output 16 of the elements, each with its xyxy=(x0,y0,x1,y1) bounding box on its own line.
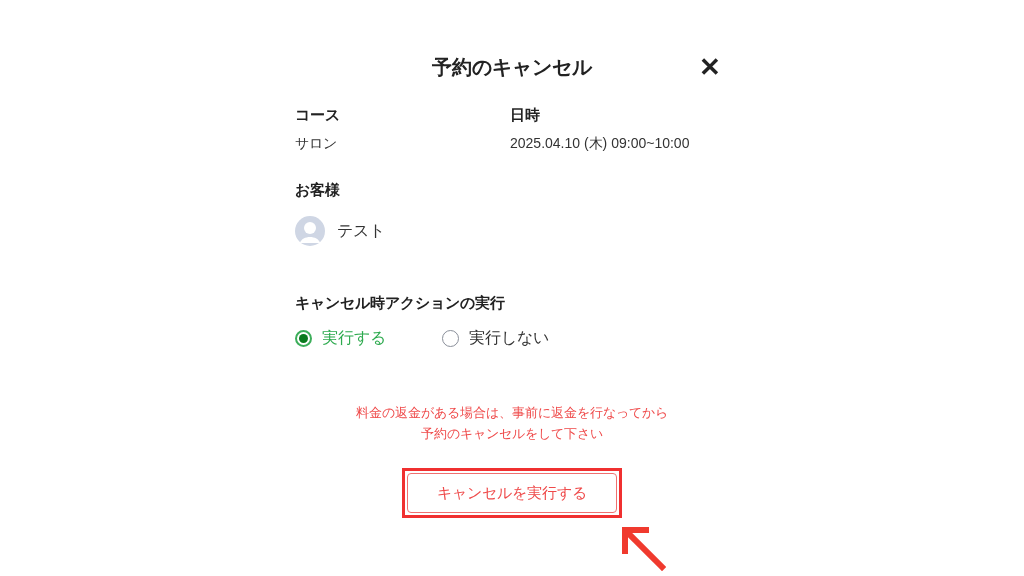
radio-option[interactable]: 実行しない xyxy=(442,326,549,350)
dialog-title: 予約のキャンセル xyxy=(432,55,592,80)
refund-notice: 予約のキャンセルをして下さい xyxy=(421,425,603,443)
field-label: コース xyxy=(295,105,341,125)
refund-notice: 料金の返金がある場合は、事前に返金を行なってから xyxy=(356,404,668,422)
cancel-submit-button[interactable]: キャンセルを実行する xyxy=(407,473,617,513)
field-label: 日時 xyxy=(510,105,541,125)
customer-name: テスト xyxy=(337,221,385,241)
radio-button[interactable] xyxy=(295,329,312,347)
avatar-icon xyxy=(295,216,325,246)
section-label: キャンセル時アクションの実行 xyxy=(295,293,506,313)
field-label: お客様 xyxy=(295,180,341,200)
close-button[interactable]: ✕ xyxy=(699,54,721,80)
field-value: サロン xyxy=(295,134,338,153)
arrow-icon xyxy=(620,525,666,571)
field-value: 2025.04.10 (木) 09:00~10:00 xyxy=(510,134,691,153)
